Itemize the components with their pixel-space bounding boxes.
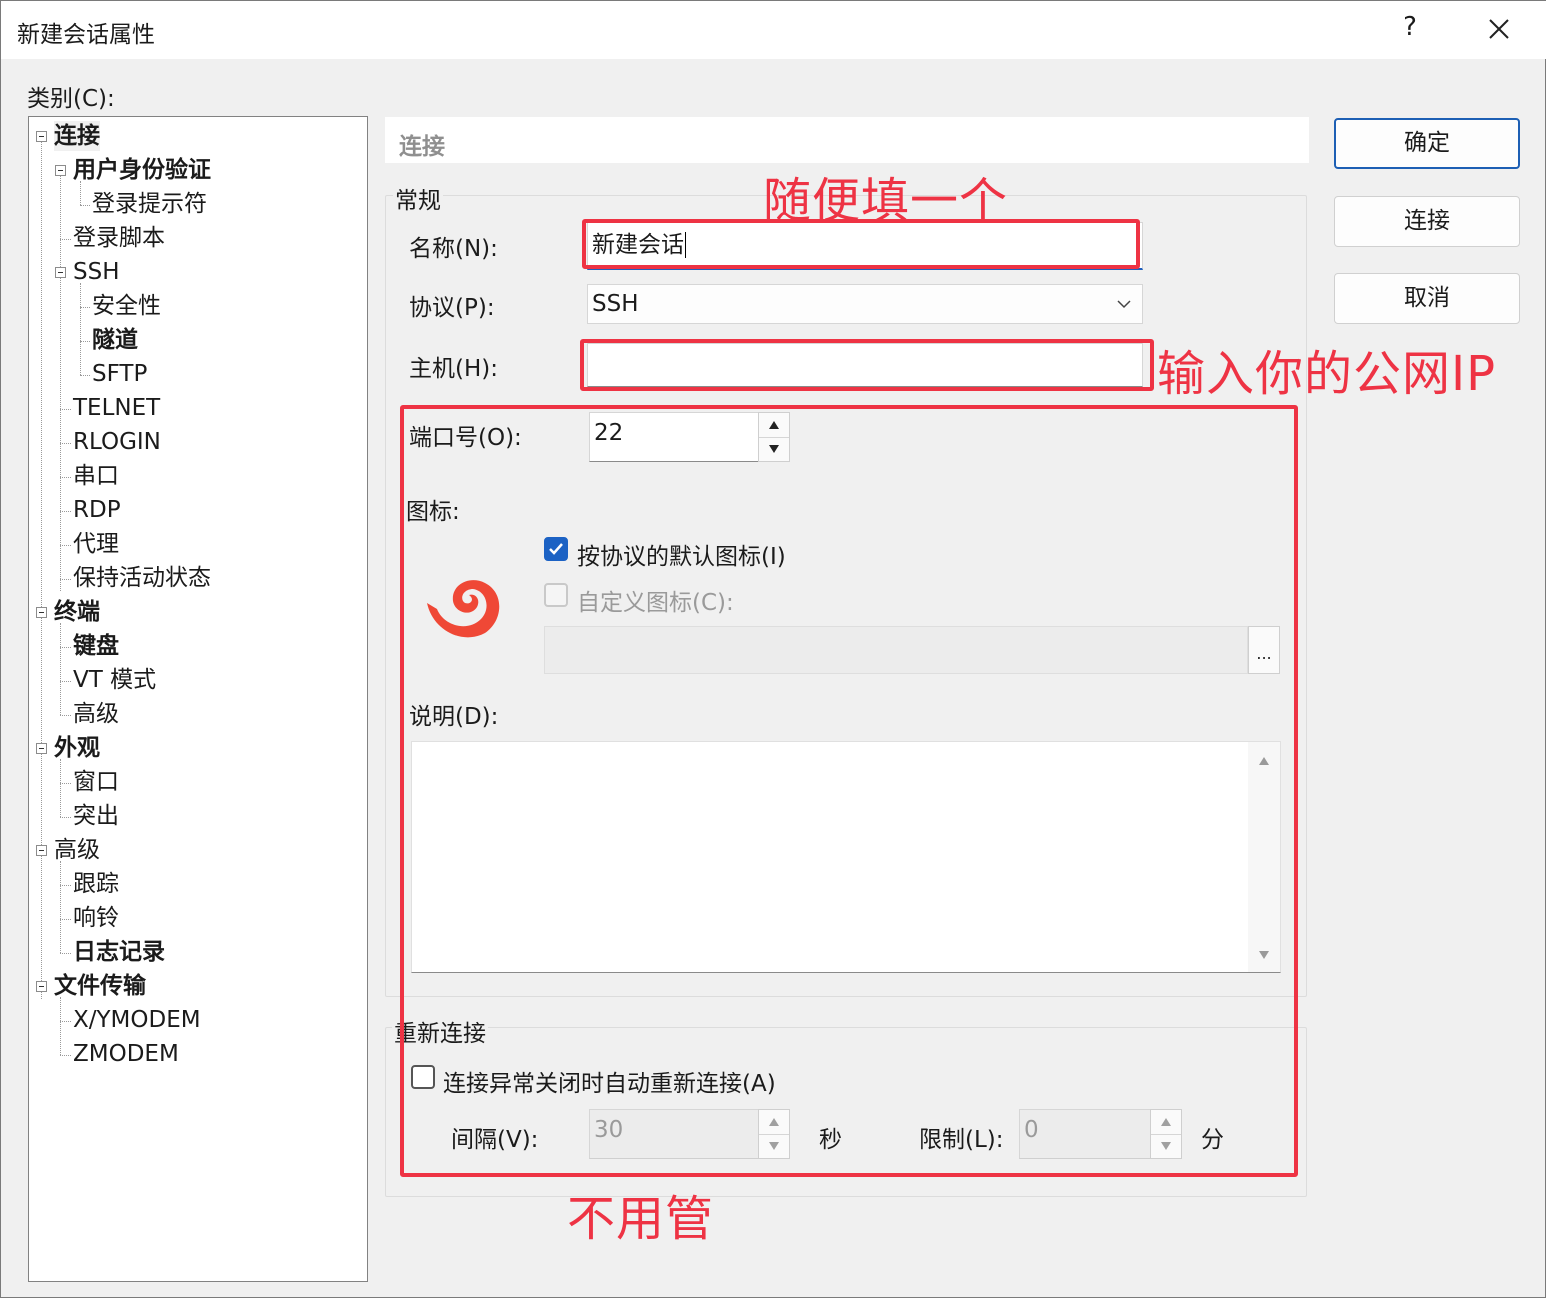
tree-connector [60, 1021, 71, 1022]
tree-item[interactable]: 外观 [54, 733, 100, 763]
help-button[interactable]: ? [1397, 12, 1423, 42]
window-title: 新建会话属性 [17, 22, 155, 48]
tree-line [60, 175, 61, 591]
tree-item[interactable]: ZMODEM [73, 1039, 179, 1069]
category-label: 类别(C): [27, 86, 115, 112]
tree-item[interactable]: 代理 [73, 529, 119, 559]
tree-connector [60, 579, 71, 580]
tree-connector [80, 205, 90, 206]
ok-button[interactable]: 确定 [1334, 118, 1520, 169]
tree-connector [60, 545, 71, 546]
tree-connector [80, 375, 90, 376]
tree-connector [60, 239, 71, 240]
tree-collapse-icon[interactable] [36, 131, 47, 142]
annotation-box-host [580, 339, 1154, 391]
tree-line [41, 141, 42, 999]
tree-collapse-icon[interactable] [36, 743, 47, 754]
tree-item[interactable]: 隧道 [92, 325, 138, 355]
tree-connector [60, 953, 71, 954]
tree-item[interactable]: 突出 [73, 801, 119, 831]
tree-connector [60, 511, 71, 512]
tree-connector [60, 681, 71, 682]
close-button[interactable] [1481, 11, 1517, 47]
connect-button[interactable]: 连接 [1334, 196, 1520, 247]
annotation-name-note: 随便填一个 [763, 173, 1009, 229]
tree-item[interactable]: 安全性 [92, 291, 161, 321]
general-group-title: 常规 [393, 181, 443, 215]
annotation-rest-note: 不用管 [567, 1191, 715, 1247]
title-bar: 新建会话属性 ? [1, 1, 1547, 59]
tree-collapse-icon[interactable] [36, 607, 47, 618]
tree-line [60, 623, 61, 715]
protocol-select-value: SSH [592, 291, 639, 317]
tree-item[interactable]: VT 模式 [73, 665, 156, 695]
category-tree[interactable]: 连接用户身份验证登录提示符登录脚本 SSH 安全性隧道 SFTP TELNET RLOGI… [28, 116, 368, 1282]
tree-item[interactable]: TELNET [73, 393, 160, 423]
tree-connector [60, 409, 71, 410]
tree-item[interactable]: 文件传输 [54, 971, 146, 1001]
panel-header: 连接 [385, 117, 1309, 163]
tree-connector [60, 647, 71, 648]
tree-item[interactable]: 串口 [73, 461, 119, 491]
tree-collapse-icon[interactable] [36, 981, 47, 992]
tree-connector [80, 341, 90, 342]
tree-line [60, 759, 61, 817]
tree-item[interactable]: 窗口 [73, 767, 119, 797]
tree-item[interactable]: 日志记录 [73, 937, 165, 967]
tree-connector [60, 1055, 71, 1056]
tree-item[interactable]: RLOGIN [73, 427, 161, 457]
tree-item[interactable]: 连接 [54, 121, 100, 151]
tree-item[interactable]: 登录提示符 [92, 189, 207, 219]
tree-line [80, 283, 81, 375]
tree-connector [60, 477, 71, 478]
tree-item[interactable]: SFTP [92, 359, 147, 389]
chevron-down-icon [1117, 300, 1131, 309]
host-label: 主机(H): [409, 356, 498, 382]
tree-item[interactable]: 键盘 [73, 631, 119, 661]
dialog-window: 新建会话属性 ? 类别(C): 连接 用户身份验证 登录提示符 登录脚本 SSH 安全性隧… [0, 0, 1547, 1298]
tree-connector [60, 715, 71, 716]
tree-item[interactable]: 用户身份验证 [73, 155, 211, 185]
panel-header-title: 连接 [399, 134, 445, 160]
tree-line [60, 861, 61, 953]
tree-connector [60, 443, 71, 444]
tree-collapse-icon[interactable] [36, 845, 47, 856]
tree-item[interactable]: 保持活动状态 [73, 563, 211, 593]
tree-collapse-icon[interactable] [55, 267, 66, 278]
tree-connector [60, 885, 71, 886]
annotation-host-note: 输入你的公网IP [1157, 346, 1497, 402]
tree-item[interactable]: 高级 [54, 835, 100, 865]
tree-line [60, 997, 61, 1055]
protocol-label: 协议(P): [409, 295, 495, 321]
tree-item[interactable]: 终端 [54, 597, 100, 627]
tree-collapse-icon[interactable] [55, 165, 66, 176]
close-icon [1489, 19, 1509, 39]
protocol-select[interactable]: SSH [587, 284, 1143, 324]
tree-item[interactable]: SSH [73, 257, 120, 287]
name-label: 名称(N): [409, 236, 498, 262]
annotation-box-rest [400, 405, 1298, 1177]
cancel-button[interactable]: 取消 [1334, 273, 1520, 324]
tree-item[interactable]: RDP [73, 495, 121, 525]
tree-connector [60, 817, 71, 818]
tree-connector [60, 919, 71, 920]
tree-item[interactable]: 响铃 [73, 903, 119, 933]
tree-connector [60, 783, 71, 784]
tree-item[interactable]: X/YMODEM [73, 1005, 201, 1035]
tree-item[interactable]: 高级 [73, 699, 119, 729]
tree-item[interactable]: 登录脚本 [73, 223, 165, 253]
tree-connector [80, 307, 90, 308]
tree-item[interactable]: 跟踪 [73, 869, 119, 899]
